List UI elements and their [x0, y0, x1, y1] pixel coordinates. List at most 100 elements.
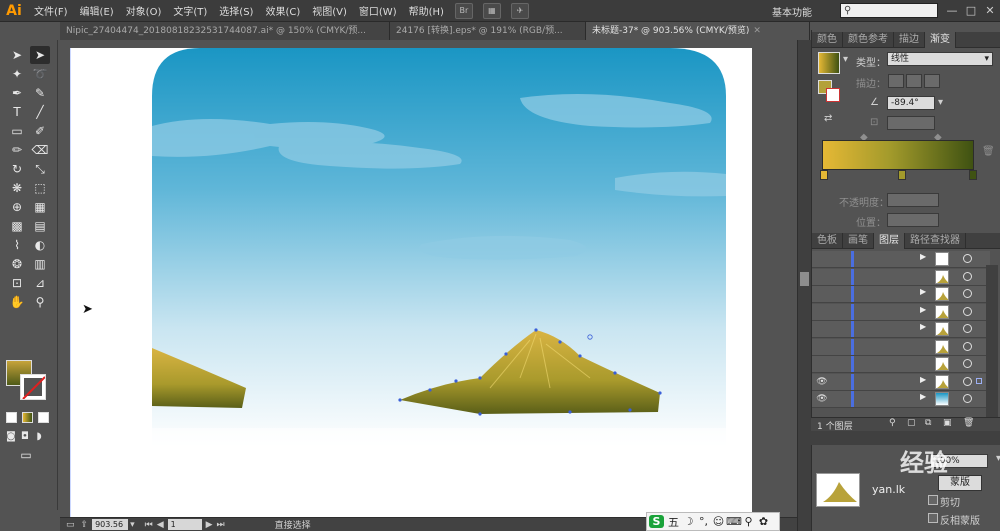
tab-stroke[interactable]: 描边 — [894, 32, 925, 48]
menu-select[interactable]: 选择(S) — [213, 3, 259, 18]
visibility-toggle-icon[interactable] — [815, 322, 829, 336]
ime-halfwidth-icon[interactable]: ☽ — [681, 515, 696, 528]
tab-swatches[interactable]: 色板 — [812, 233, 843, 249]
selection-tool[interactable]: ➤ — [7, 46, 27, 64]
layers-list[interactable]: ▶ ▶ ▶ ▶ 👁 ▶ 👁 ▶ — [812, 251, 990, 417]
rotate-tool[interactable]: ↻ — [7, 160, 27, 178]
lock-toggle[interactable] — [832, 357, 846, 371]
search-input[interactable]: ⚲ — [840, 3, 938, 18]
column-graph-tool[interactable]: ▥ — [30, 255, 50, 273]
symbol-sprayer-tool[interactable]: ❂ — [7, 255, 27, 273]
zoom-field[interactable]: 903.56 — [92, 519, 129, 530]
none-mode-icon[interactable] — [38, 412, 49, 423]
free-transform-tool[interactable]: ⬚ — [30, 179, 50, 197]
stroke-option-3[interactable] — [924, 74, 940, 88]
zoom-tool[interactable]: ⚲ — [30, 293, 50, 311]
location-input[interactable] — [887, 213, 939, 227]
layer-row[interactable] — [812, 338, 990, 356]
target-icon[interactable] — [963, 359, 972, 368]
vertical-scroll-thumb[interactable] — [800, 272, 809, 286]
expand-arrow-icon[interactable]: ▶ — [920, 305, 926, 314]
target-icon[interactable] — [963, 271, 972, 281]
draw-inside-icon[interactable]: ◗ — [32, 428, 46, 446]
target-icon[interactable] — [963, 254, 972, 263]
visibility-toggle-icon[interactable] — [815, 287, 829, 301]
stroke-mini-swatch[interactable] — [826, 88, 840, 102]
chart-tool[interactable]: ▦ — [30, 198, 50, 216]
menu-type[interactable]: 文字(T) — [167, 3, 213, 18]
angle-dropdown-icon[interactable]: ▾ — [938, 97, 943, 108]
tab-brushes[interactable]: 画笔 — [843, 233, 874, 249]
layer-row[interactable]: ▶ — [812, 321, 990, 338]
gradient-stop-start[interactable] — [820, 170, 828, 180]
stroke-option-2[interactable] — [906, 74, 922, 88]
pencil-tool[interactable]: ✏ — [7, 141, 27, 159]
last-page-icon[interactable]: ⏭ — [217, 520, 225, 530]
ime-skin-icon[interactable]: ✿ — [756, 515, 771, 528]
line-tool[interactable]: ╱ — [30, 103, 50, 121]
expand-arrow-icon[interactable]: ▶ — [920, 392, 926, 401]
lock-toggle[interactable] — [832, 392, 846, 406]
canvas-area[interactable]: ➤ — [60, 40, 797, 517]
opacity-input[interactable] — [887, 193, 939, 207]
maximize-button[interactable]: □ — [963, 3, 979, 18]
make-mask-button[interactable]: 蒙版 — [938, 475, 982, 491]
tab-color-guide[interactable]: 颜色参考 — [843, 32, 894, 48]
gradient-type-select[interactable]: 线性 ▾ — [887, 52, 993, 66]
prev-page-icon[interactable]: ◀ — [157, 520, 164, 530]
menu-help[interactable]: 帮助(H) — [403, 3, 450, 18]
artboard-nav-icon[interactable]: ▭ — [66, 520, 75, 530]
menu-view[interactable]: 视图(V) — [306, 3, 353, 18]
visibility-toggle-icon[interactable] — [815, 270, 829, 284]
minimize-button[interactable]: — — [944, 3, 960, 18]
screen-mode-icon[interactable]: ▭ — [16, 446, 36, 464]
layer-row[interactable]: ▶ — [812, 251, 990, 268]
close-tab-icon[interactable]: ✕ — [753, 26, 761, 36]
arrange-documents-icon[interactable]: ▦ — [482, 2, 501, 19]
visibility-toggle-icon[interactable] — [815, 305, 829, 319]
layer-row[interactable]: 👁 ▶ — [812, 391, 990, 408]
tab-pathfinder[interactable]: 路径查找器 — [905, 233, 966, 249]
lock-toggle[interactable] — [832, 375, 846, 389]
layer-row[interactable]: ▶ — [812, 303, 990, 321]
clip-checkbox[interactable] — [928, 495, 938, 505]
eyedropper-tool[interactable]: ⌇ — [7, 236, 27, 254]
draw-normal-icon[interactable]: ◙ — [4, 428, 18, 446]
paintbrush-tool[interactable]: ✐ — [30, 122, 50, 140]
slice-tool[interactable]: ⊿ — [30, 274, 50, 292]
gradient-stop-middle[interactable] — [898, 170, 906, 180]
opacity-dropdown-icon[interactable]: ▾ — [996, 453, 1000, 464]
lock-toggle[interactable] — [832, 305, 846, 319]
visibility-toggle-icon[interactable] — [815, 357, 829, 371]
stroke-color-swatch[interactable] — [20, 374, 46, 400]
tab-gradient[interactable]: 渐变 — [925, 32, 956, 48]
artwork[interactable] — [69, 48, 752, 517]
preview-dropdown-icon[interactable]: ▾ — [843, 54, 848, 65]
direct-selection-tool[interactable]: ➤ — [30, 46, 50, 64]
layer-row[interactable]: 👁 ▶ — [812, 373, 990, 391]
mesh-tool[interactable]: ▩ — [7, 217, 27, 235]
lock-toggle[interactable] — [832, 252, 846, 266]
expand-arrow-icon[interactable]: ▶ — [920, 322, 926, 331]
type-tool[interactable]: T — [7, 103, 27, 121]
tab-untitled-37[interactable]: 未标题-37* @ 903.56% (CMYK/预览) ✕ — [586, 22, 810, 40]
gpu-performance-icon[interactable]: ✈ — [510, 2, 529, 19]
angle-input[interactable]: -89.4° — [887, 96, 935, 110]
lock-toggle[interactable] — [832, 340, 846, 354]
layers-scrollbar[interactable] — [986, 265, 998, 417]
stroke-option-1[interactable] — [888, 74, 904, 88]
menu-file[interactable]: 文件(F) — [28, 3, 74, 18]
gradient-slider[interactable] — [822, 140, 974, 170]
visibility-toggle-icon[interactable]: 👁 — [815, 375, 829, 389]
visibility-toggle-icon[interactable] — [815, 252, 829, 266]
layer-row[interactable]: ▶ — [812, 286, 990, 303]
target-icon[interactable] — [963, 341, 972, 351]
tab-24176-document[interactable]: 24176 [转换].eps* @ 191% (RGB/预... — [390, 22, 586, 40]
tab-layers[interactable]: 图层 — [874, 233, 905, 249]
share-icon[interactable]: ⇪ — [81, 520, 89, 530]
expand-arrow-icon[interactable]: ▶ — [920, 375, 926, 384]
shape-builder-tool[interactable]: ⊕ — [7, 198, 27, 216]
warp-tool[interactable]: ❋ — [7, 179, 27, 197]
eraser-tool[interactable]: ⌫ — [30, 141, 50, 159]
ime-search-icon[interactable]: ⚲ — [741, 515, 756, 528]
